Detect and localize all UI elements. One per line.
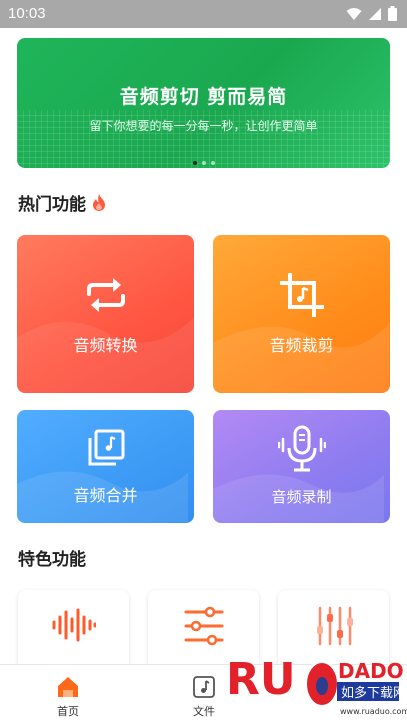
watermark-tagline: 如多下载网 (341, 685, 406, 701)
promo-banner[interactable]: 音频剪切 剪而易简 留下你想要的每一分每一秒，让创作更简单 (17, 38, 390, 168)
card-label: 音频转换 (73, 336, 138, 355)
banner-page-indicator (17, 161, 390, 165)
svg-text:DADO: DADO (338, 659, 404, 683)
signal-icon (369, 7, 381, 20)
tab-home[interactable]: 首页 (18, 665, 118, 723)
card-audio-convert[interactable]: 音频转换 (17, 235, 194, 393)
music-file-icon (193, 676, 215, 698)
ruandado-logo: RU DADO 如多下载网 www.ruaduo.com (225, 653, 407, 716)
status-bar: 10:03 (0, 0, 407, 28)
special-section-title: 特色功能 (18, 545, 86, 570)
banner-dot-1[interactable] (192, 161, 197, 165)
svg-text:RU: RU (226, 654, 296, 705)
microphone-icon (277, 425, 326, 472)
battery-icon (388, 6, 397, 21)
repeat-arrows-icon (86, 278, 125, 312)
card-label: 音频录制 (271, 488, 332, 506)
wifi-icon (346, 7, 362, 20)
special-section-label: 特色功能 (18, 550, 86, 570)
card-audio-merge[interactable]: 音频合并 (17, 410, 194, 523)
hot-section-label: 热门功能 (18, 195, 86, 215)
card-audio-crop[interactable]: 音频裁剪 (213, 235, 390, 393)
site-watermark-logo: RU DADO 如多下载网 www.ruaduo.com (224, 648, 407, 723)
waveform-icon (52, 608, 96, 642)
equalizer-icon (317, 606, 353, 646)
crop-music-icon (279, 273, 324, 317)
banner-title: 音频剪切 剪而易简 (119, 86, 288, 108)
status-time: 10:03 (8, 5, 46, 22)
app-content: 音频剪切 剪而易简 留下你想要的每一分每一秒，让创作更简单 热门功能 音频转换 (0, 28, 407, 664)
fire-icon (93, 194, 105, 211)
hot-section-title: 热门功能 (18, 190, 106, 215)
banner-subtitle: 留下你想要的每一分每一秒，让创作更简单 (89, 119, 318, 133)
banner-dot-2[interactable] (201, 161, 206, 165)
music-stack-icon (88, 429, 124, 466)
feature-card-waveform[interactable] (18, 590, 129, 664)
home-icon (58, 677, 78, 697)
status-icons (346, 6, 397, 21)
card-label: 音频合并 (73, 486, 138, 505)
watermark-url: www.ruaduo.com (340, 707, 407, 716)
card-audio-record[interactable]: 音频录制 (213, 410, 390, 523)
tab-home-label: 首页 (57, 705, 79, 718)
sliders-icon (184, 606, 224, 646)
banner-dot-3[interactable] (210, 161, 215, 165)
card-label: 音频裁剪 (269, 336, 334, 355)
